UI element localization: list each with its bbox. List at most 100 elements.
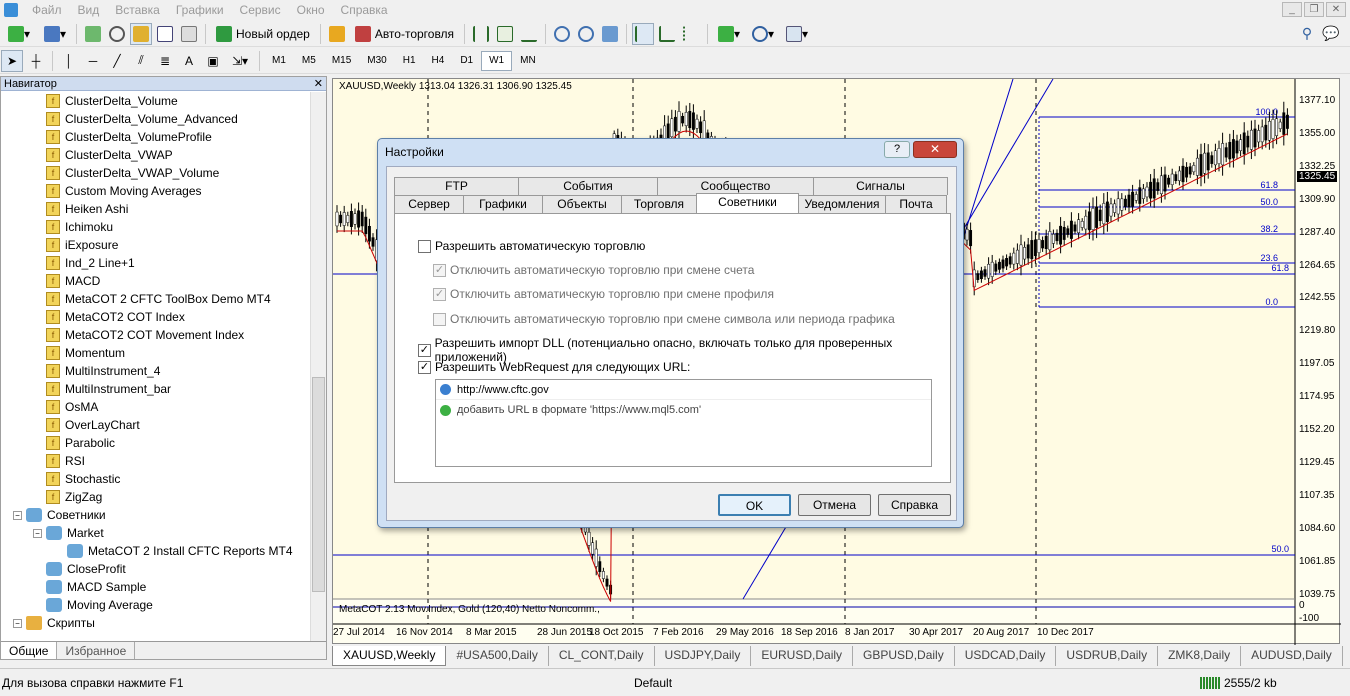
menu-tools[interactable]: Сервис: [232, 3, 289, 17]
cursor-button[interactable]: ➤: [1, 49, 23, 72]
tab-general[interactable]: Общие: [1, 642, 58, 659]
tile-windows-button[interactable]: [599, 23, 621, 45]
tree-item-indicator[interactable]: f RSI: [1, 452, 310, 470]
settings-tab[interactable]: Сервер: [394, 195, 464, 213]
chart-tab[interactable]: AUDUSD,Daily: [1241, 646, 1343, 666]
allow-auto-trading-checkbox[interactable]: Разрешить автоматическую торговлю: [418, 239, 645, 253]
periods-button[interactable]: ▾: [747, 23, 779, 45]
chart-tab[interactable]: USDJPY,Daily: [655, 646, 752, 666]
close-icon[interactable]: ✕: [1326, 2, 1346, 17]
tree-item-market-expert[interactable]: MetaCOT 2 Install CFTC Reports MT4: [1, 542, 310, 560]
tf-w1[interactable]: W1: [481, 50, 513, 71]
tree-item-indicator[interactable]: f Heiken Ashi: [1, 200, 310, 218]
zoom-in-button[interactable]: [551, 23, 573, 45]
allow-webrequest-checkbox[interactable]: ✓ Разрешить WebRequest для следующих URL…: [418, 360, 690, 374]
data-window-button[interactable]: [106, 23, 128, 45]
restore-icon[interactable]: ❐: [1304, 2, 1324, 17]
tf-h1[interactable]: H1: [395, 51, 424, 71]
tree-item-indicator[interactable]: f OverLayChart: [1, 416, 310, 434]
tree-item-indicator[interactable]: f ZigZag: [1, 488, 310, 506]
settings-tab[interactable]: Объекты: [542, 195, 622, 213]
crosshair-button[interactable]: ┼: [25, 50, 47, 72]
settings-tab[interactable]: Советники: [696, 193, 799, 213]
hline-button[interactable]: ─: [82, 50, 104, 72]
chart-tab[interactable]: CL_CONT,Daily: [549, 646, 655, 666]
url-item[interactable]: http://www.cftc.gov: [436, 380, 931, 400]
new-chart-button[interactable]: ▾: [1, 23, 37, 45]
market-watch-button[interactable]: [82, 23, 104, 45]
indicators-button[interactable]: ▾: [713, 23, 745, 45]
chat-button[interactable]: 💬: [1320, 23, 1342, 45]
tf-d1[interactable]: D1: [452, 51, 481, 71]
fibo-button[interactable]: ≣: [154, 50, 176, 72]
metaeditor-button[interactable]: [326, 23, 348, 45]
navigator-scrollbar[interactable]: [310, 92, 326, 644]
collapse-icon[interactable]: −: [33, 528, 42, 538]
tree-item-indicator[interactable]: f Parabolic: [1, 434, 310, 452]
navigator-button[interactable]: [130, 22, 152, 45]
tree-item-indicator[interactable]: f ClusterDelta_Volume_Advanced: [1, 110, 310, 128]
tree-item-indicator[interactable]: f Ichimoku: [1, 218, 310, 236]
menu-file[interactable]: Файл: [24, 3, 70, 17]
candle-chart-button[interactable]: [494, 23, 516, 45]
zoom-out-button[interactable]: [575, 23, 597, 45]
settings-tab[interactable]: Почта: [885, 195, 947, 213]
close-icon[interactable]: ✕: [314, 77, 323, 91]
collapse-icon[interactable]: −: [13, 510, 22, 520]
tf-m1[interactable]: M1: [264, 51, 294, 71]
ok-button[interactable]: OK: [718, 494, 791, 516]
autoscroll-button[interactable]: [656, 23, 678, 45]
terminal-button[interactable]: [154, 23, 176, 45]
menu-insert[interactable]: Вставка: [107, 3, 168, 17]
menu-help[interactable]: Справка: [333, 3, 396, 17]
vline-button[interactable]: │: [58, 50, 80, 72]
chart-tab[interactable]: USDRUB,Daily: [1056, 646, 1159, 666]
settings-tab[interactable]: Графики: [463, 195, 543, 213]
channel-button[interactable]: ⫽: [130, 50, 152, 72]
tf-m30[interactable]: M30: [359, 51, 394, 71]
tree-item-indicator[interactable]: f MultiInstrument_4: [1, 362, 310, 380]
tree-node-scripts[interactable]: − Скрипты: [1, 614, 310, 632]
profiles-button[interactable]: ▾: [39, 23, 71, 45]
tree-item-expert[interactable]: MACD Sample: [1, 578, 310, 596]
trendline-button[interactable]: ╱: [106, 50, 128, 72]
tester-button[interactable]: [178, 23, 200, 45]
chart-shift-button[interactable]: [632, 22, 655, 45]
tree-item-indicator[interactable]: f iExposure: [1, 236, 310, 254]
tf-m15[interactable]: M15: [324, 51, 359, 71]
templates-button[interactable]: ▾: [781, 23, 813, 45]
chart-tab[interactable]: ZMK8,Daily: [1158, 646, 1242, 666]
tf-m5[interactable]: M5: [294, 51, 324, 71]
text-button[interactable]: A: [178, 50, 200, 72]
settings-tab[interactable]: Уведомления: [798, 195, 886, 213]
auto-trading-button[interactable]: Авто-торговля: [350, 23, 459, 45]
tf-h4[interactable]: H4: [424, 51, 453, 71]
tab-favorites[interactable]: Избранное: [57, 642, 136, 659]
cancel-button[interactable]: Отмена: [798, 494, 871, 516]
tree-item-indicator[interactable]: f Custom Moving Averages: [1, 182, 310, 200]
help-button[interactable]: Справка: [878, 494, 951, 516]
settings-tab[interactable]: FTP: [394, 177, 519, 195]
chart-tab[interactable]: #USA500,Daily: [446, 646, 549, 666]
checkbox-box[interactable]: ✓: [418, 343, 431, 357]
chart-tab[interactable]: USDCAD,Daily: [955, 646, 1057, 666]
chart-tab[interactable]: GBPUSD,Daily: [853, 646, 955, 666]
tree-item-indicator[interactable]: f ClusterDelta_VWAP: [1, 146, 310, 164]
search-button[interactable]: ⚲: [1296, 23, 1318, 45]
tree-item-indicator[interactable]: f MetaCOT2 COT Movement Index: [1, 326, 310, 344]
tree-item-indicator[interactable]: f ClusterDelta_Volume: [1, 92, 310, 110]
chart-tab[interactable]: EURUSD,Daily: [751, 646, 854, 666]
add-url-item[interactable]: добавить URL в формате 'https://www.mql5…: [436, 400, 931, 420]
checkbox-box[interactable]: ✓: [418, 360, 431, 374]
tree-item-indicator[interactable]: f ClusterDelta_VolumeProfile: [1, 128, 310, 146]
tree-item-indicator[interactable]: f Stochastic: [1, 470, 310, 488]
checkbox-box[interactable]: [418, 239, 431, 253]
tree-item-indicator[interactable]: f MetaCOT 2 CFTC ToolBox Demo MT4: [1, 290, 310, 308]
close-icon[interactable]: ✕: [913, 141, 957, 158]
chart-tab[interactable]: XAUUSD,Weekly: [332, 646, 447, 666]
new-order-button[interactable]: Новый ордер: [211, 23, 315, 45]
tree-item-expert[interactable]: CloseProfit: [1, 560, 310, 578]
arrows-button[interactable]: ⇲▾: [226, 50, 254, 72]
tree-node-experts[interactable]: − Советники: [1, 506, 310, 524]
tree-node-market[interactable]: − Market: [1, 524, 310, 542]
